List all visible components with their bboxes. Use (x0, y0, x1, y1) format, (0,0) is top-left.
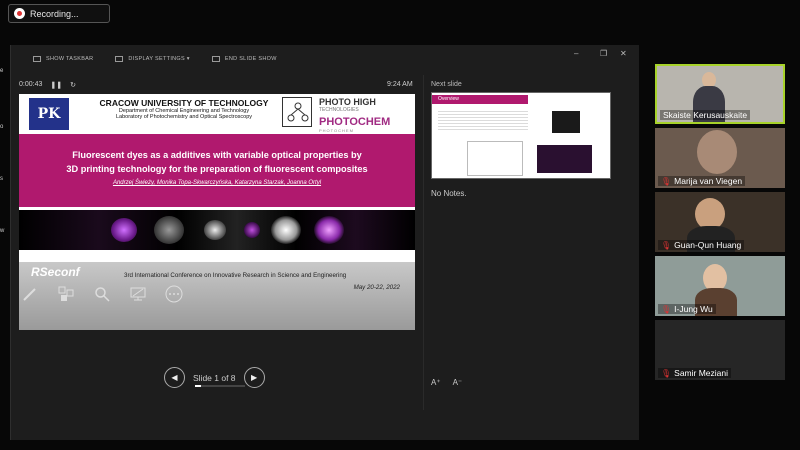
taskbar-icon (33, 56, 41, 62)
participant-name-text: I-Jung Wu (674, 304, 713, 314)
previous-icon: ◀ (171, 373, 178, 382)
presenter-toolbar: SHOW TASKBAR DISPLAY SETTINGS ▾ END SLID… (11, 45, 640, 73)
slide-counter: Slide 1 of 8 (193, 372, 236, 383)
university-block: CRACOW UNIVERSITY OF TECHNOLOGY Departme… (79, 98, 289, 120)
sample-photo-1 (111, 218, 137, 242)
pause-icon[interactable]: ❚❚ (50, 81, 62, 89)
clock: 9:24 AM (387, 81, 413, 88)
slide-tools (21, 285, 183, 303)
show-taskbar-label: SHOW TASKBAR (46, 56, 94, 62)
end-show-icon (211, 56, 220, 62)
minimize-icon[interactable]: – (574, 49, 579, 58)
record-icon (14, 8, 25, 19)
mic-muted-icon: 🎙 (661, 368, 672, 378)
title-line-1: Fluorescent dyes as a additives with var… (72, 150, 362, 160)
next-slide-button[interactable]: ▶ (243, 367, 265, 388)
technologies-text: TECHNOLOGIES (319, 107, 359, 113)
participant-tile-i-jung[interactable]: 🎙 I-Jung Wu (655, 256, 785, 316)
photochem-text: PHOTOCHEM (319, 116, 391, 128)
timer-value: 0:00:43 (19, 81, 43, 88)
participant-name-text: Guan-Qun Huang (674, 240, 742, 250)
participant-name-text: Marija van Viegen (674, 176, 743, 186)
sample-photos-strip (19, 210, 415, 250)
grid-icon[interactable] (57, 285, 75, 303)
photochem-sub-text: PHOTOCHEM (319, 128, 354, 133)
sample-photo-6 (314, 216, 344, 244)
participant-name: 🎙 Samir Meziani (658, 368, 732, 378)
participant-name-text: Samir Meziani (674, 368, 729, 378)
next-slide-label: Next slide (431, 81, 462, 88)
photo-high-text: PHOTO HIGH (319, 97, 376, 107)
conference-logo: RSeconf (31, 265, 80, 279)
conference-dates: May 20-22, 2022 (353, 284, 400, 291)
photo-high-logo: PHOTO HIGH TECHNOLOGIES PHOTOCHEM PHOTOC… (319, 97, 409, 133)
next-slide-thumbnail[interactable]: Overview (431, 92, 611, 179)
zoom-icon[interactable] (93, 285, 111, 303)
presenter-view: SHOW TASKBAR DISPLAY SETTINGS ▾ END SLID… (10, 45, 639, 440)
mic-muted-icon: 🎙 (661, 240, 672, 250)
participant-name: 🎙 Guan-Qun Huang (658, 240, 745, 250)
network-logo (282, 97, 312, 127)
next-slide-diagram (467, 141, 523, 176)
sample-photo-2 (154, 216, 184, 244)
notes-font-controls: A⁺ A⁻ (431, 378, 462, 387)
participant-name-text: Skaiste Kerusauskaite (663, 110, 748, 120)
conference-name: 3rd International Conference on Innovati… (124, 272, 347, 279)
show-taskbar-button[interactable]: SHOW TASKBAR (33, 56, 93, 62)
participant-name: 🎙 I-Jung Wu (658, 304, 716, 314)
next-slide-text-block (438, 111, 528, 131)
participant-tile-marija[interactable]: 🎙 Marija van Viegen (655, 128, 785, 188)
recording-label: Recording... (30, 8, 79, 19)
decrease-font-button[interactable]: A⁻ (453, 378, 463, 387)
next-slide-image-1 (552, 111, 580, 133)
title-line-2: 3D printing technology for the preparati… (66, 164, 368, 174)
laboratory-name: Laboratory of Photochemistry and Optical… (115, 114, 253, 120)
slide-progress (195, 385, 245, 387)
slide-progress-fill (195, 385, 202, 387)
end-slide-show-button[interactable]: END SLIDE SHOW (211, 56, 277, 62)
slide-timer: 0:00:43 ❚❚ ↻ (19, 81, 76, 89)
participant-video (697, 130, 737, 174)
display-settings-button[interactable]: DISPLAY SETTINGS ▾ (115, 56, 190, 62)
display-icon (115, 56, 124, 62)
mic-muted-icon: 🎙 (661, 304, 672, 314)
restart-icon[interactable]: ↻ (70, 81, 76, 89)
pk-logo: PK (29, 98, 69, 130)
next-icon: ▶ (250, 373, 258, 382)
authors: Andrzej Świeży, Monika Topa-Skwarczyńska… (112, 180, 322, 186)
close-icon[interactable]: ✕ (620, 49, 627, 58)
sample-photo-4 (244, 222, 260, 238)
participant-tile-guan-qun[interactable]: 🎙 Guan-Qun Huang (655, 192, 785, 252)
next-slide-heading: Overview (432, 95, 528, 104)
university-name: CRACOW UNIVERSITY OF TECHNOLOGY (99, 98, 269, 108)
title-band: Fluorescent dyes as a additives with var… (19, 134, 415, 207)
next-slide-image-2 (537, 145, 592, 173)
increase-font-button[interactable]: A⁺ (431, 378, 441, 387)
slide-header: PK CRACOW UNIVERSITY OF TECHNOLOGY Depar… (19, 94, 415, 134)
mic-muted-icon: 🎙 (661, 176, 672, 186)
left-edge-fragments: e o s w (0, 68, 5, 234)
presentation-title: Fluorescent dyes as a additives with var… (19, 148, 415, 176)
participant-tile-samir[interactable]: 🎙 Samir Meziani (655, 320, 785, 380)
restore-icon[interactable]: ❐ (600, 49, 607, 58)
end-slide-show-label: END SLIDE SHOW (224, 56, 277, 62)
previous-slide-button[interactable]: ◀ (164, 367, 185, 388)
pane-divider[interactable] (423, 75, 424, 410)
display-settings-label: DISPLAY SETTINGS ▾ (128, 56, 190, 62)
screen-icon[interactable] (129, 285, 147, 303)
sample-photo-3 (204, 220, 226, 240)
speaker-notes: No Notes. (431, 189, 467, 198)
more-icon[interactable] (165, 285, 183, 303)
pen-icon[interactable] (21, 285, 39, 303)
participant-name: Skaiste Kerusauskaite (660, 110, 751, 120)
participant-name: 🎙 Marija van Viegen (658, 176, 746, 186)
sample-photo-5 (271, 216, 301, 244)
participant-tile-skaiste[interactable]: Skaiste Kerusauskaite (655, 64, 785, 124)
recording-indicator[interactable]: Recording... (8, 4, 110, 23)
